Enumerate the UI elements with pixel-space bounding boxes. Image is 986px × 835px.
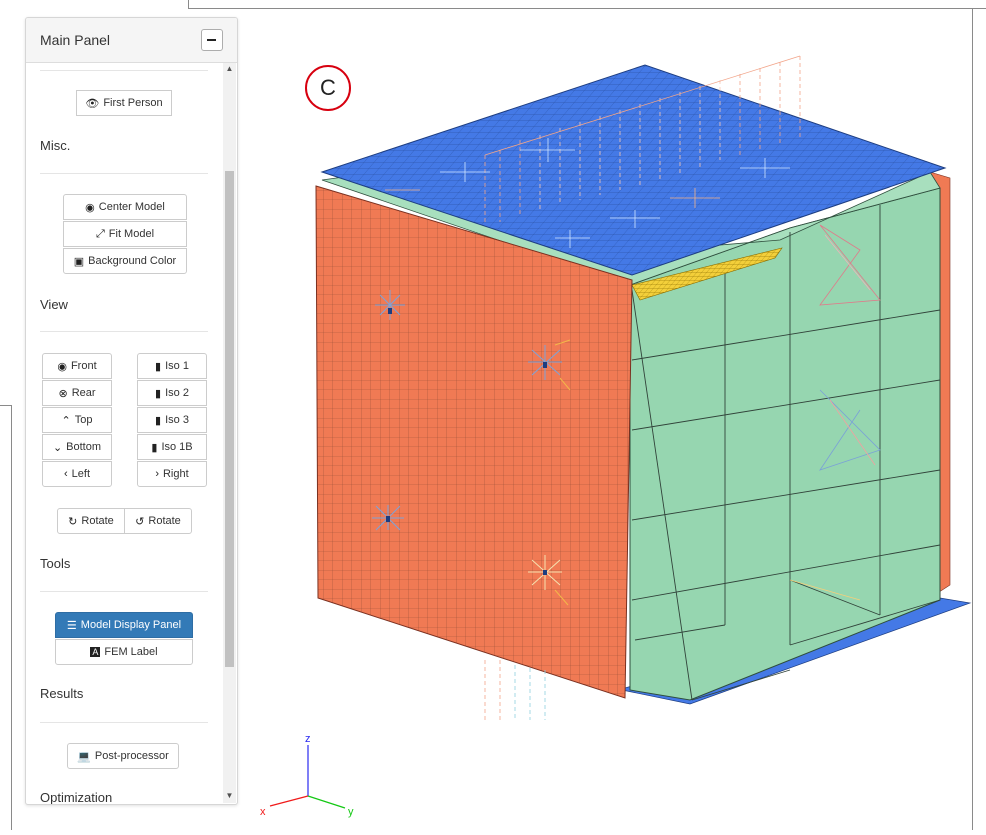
rotate-ccw-icon: ↺: [135, 515, 145, 528]
iso3-view-label: Iso 3: [165, 414, 189, 426]
first-person-label: First Person: [103, 97, 163, 109]
divider: [40, 331, 208, 332]
first-person-button[interactable]: 👁 First Person: [76, 90, 172, 116]
expand-icon: ⤢: [95, 227, 105, 240]
center-model-button[interactable]: ◉ Center Model: [63, 194, 187, 220]
annotation-marker-letter: C: [320, 75, 336, 100]
divider: [40, 70, 208, 71]
chevron-up-icon: ⌃: [61, 414, 71, 427]
iso1-view-button[interactable]: ▮ Iso 1: [137, 353, 207, 379]
results-section-label: Results: [40, 686, 84, 701]
divider: [40, 722, 208, 723]
iso1b-view-button[interactable]: ▮ Iso 1B: [137, 434, 207, 460]
model-display-panel-button[interactable]: ☰ Model Display Panel: [55, 612, 193, 638]
top-view-label: Top: [74, 414, 93, 426]
iso2-view-button[interactable]: ▮ Iso 2: [137, 380, 207, 406]
divider: [40, 173, 208, 174]
post-processor-label: Post-processor: [94, 750, 169, 762]
eye-icon: 👁: [85, 97, 100, 110]
rotate-clockwise-button[interactable]: ↻ Rotate: [57, 508, 125, 534]
bottom-view-button[interactable]: ⌄ Bottom: [42, 434, 112, 460]
background-color-button[interactable]: ▣ Background Color: [63, 248, 187, 274]
view-section-label: View: [40, 297, 68, 312]
front-view-label: Front: [70, 360, 97, 372]
book-icon: ▮: [151, 441, 158, 454]
divider: [40, 591, 208, 592]
annotation-marker: C: [305, 65, 351, 111]
center-model-label: Center Model: [98, 201, 165, 213]
rear-view-label: Rear: [71, 387, 96, 399]
rotate-cw-icon: ↻: [68, 515, 78, 528]
main-panel-title: Main Panel: [40, 32, 111, 48]
front-view-button[interactable]: ◉ Front: [42, 353, 112, 379]
iso1-view-label: Iso 1: [165, 360, 189, 372]
monitor-icon: 💻: [77, 750, 91, 763]
rear-view-button[interactable]: ⊗ Rear: [42, 380, 112, 406]
chevron-right-icon: ›: [155, 468, 159, 480]
fem-label-button[interactable]: A FEM Label: [55, 639, 193, 665]
optimization-section-label: Optimization: [40, 790, 113, 805]
fit-model-button[interactable]: ⤢ Fit Model: [63, 221, 187, 247]
axis-y-label: y: [348, 806, 354, 818]
axes-triad: [269, 745, 346, 809]
scroll-down-arrow-icon[interactable]: ▼: [223, 790, 236, 802]
right-view-button[interactable]: › Right: [137, 461, 207, 487]
iso1b-view-label: Iso 1B: [161, 441, 193, 453]
book-icon: ▮: [155, 387, 162, 400]
fem-label-label: FEM Label: [104, 646, 158, 658]
background-color-label: Background Color: [88, 255, 177, 267]
scroll-up-arrow-icon[interactable]: ▲: [223, 63, 236, 75]
chevron-down-icon: ⌄: [52, 441, 63, 454]
rotate-counterclockwise-label: Rotate: [148, 515, 181, 527]
iso2-view-label: Iso 2: [165, 387, 189, 399]
rotate-counterclockwise-button[interactable]: ↺ Rotate: [124, 508, 192, 534]
top-view-button[interactable]: ⌃ Top: [42, 407, 112, 433]
right-view-label: Right: [162, 468, 189, 480]
main-panel-header: Main Panel: [26, 18, 237, 63]
left-view-button[interactable]: ‹ Left: [42, 461, 112, 487]
misc-section-label: Misc.: [40, 138, 71, 153]
picture-icon: ▣: [73, 255, 85, 268]
x-circle-icon: ⊗: [58, 387, 68, 400]
iso3-view-button[interactable]: ▮ Iso 3: [137, 407, 207, 433]
left-view-label: Left: [71, 468, 91, 480]
rotate-clockwise-label: Rotate: [81, 515, 114, 527]
main-panel: Main Panel 👁 First Person Misc. ◉ Center…: [25, 17, 238, 805]
list-icon: ☰: [66, 619, 77, 632]
target-icon: ◉: [57, 360, 67, 373]
scroll-thumb[interactable]: [225, 171, 234, 667]
tools-section-label: Tools: [40, 556, 71, 571]
bottom-view-label: Bottom: [66, 441, 102, 453]
target-icon: ◉: [85, 201, 95, 214]
panel-scrollbar[interactable]: ▲ ▼: [223, 63, 236, 803]
fit-model-label: Fit Model: [108, 228, 155, 240]
collapse-panel-button[interactable]: [201, 29, 223, 51]
post-processor-button[interactable]: 💻 Post-processor: [67, 743, 179, 769]
chevron-left-icon: ‹: [63, 468, 68, 480]
axis-x-label: x: [260, 806, 266, 818]
font-icon: A: [90, 647, 101, 657]
model-display-panel-label: Model Display Panel: [80, 619, 182, 631]
book-icon: ▮: [155, 414, 162, 427]
book-icon: ▮: [155, 360, 162, 373]
axis-z-label: z: [305, 733, 311, 745]
